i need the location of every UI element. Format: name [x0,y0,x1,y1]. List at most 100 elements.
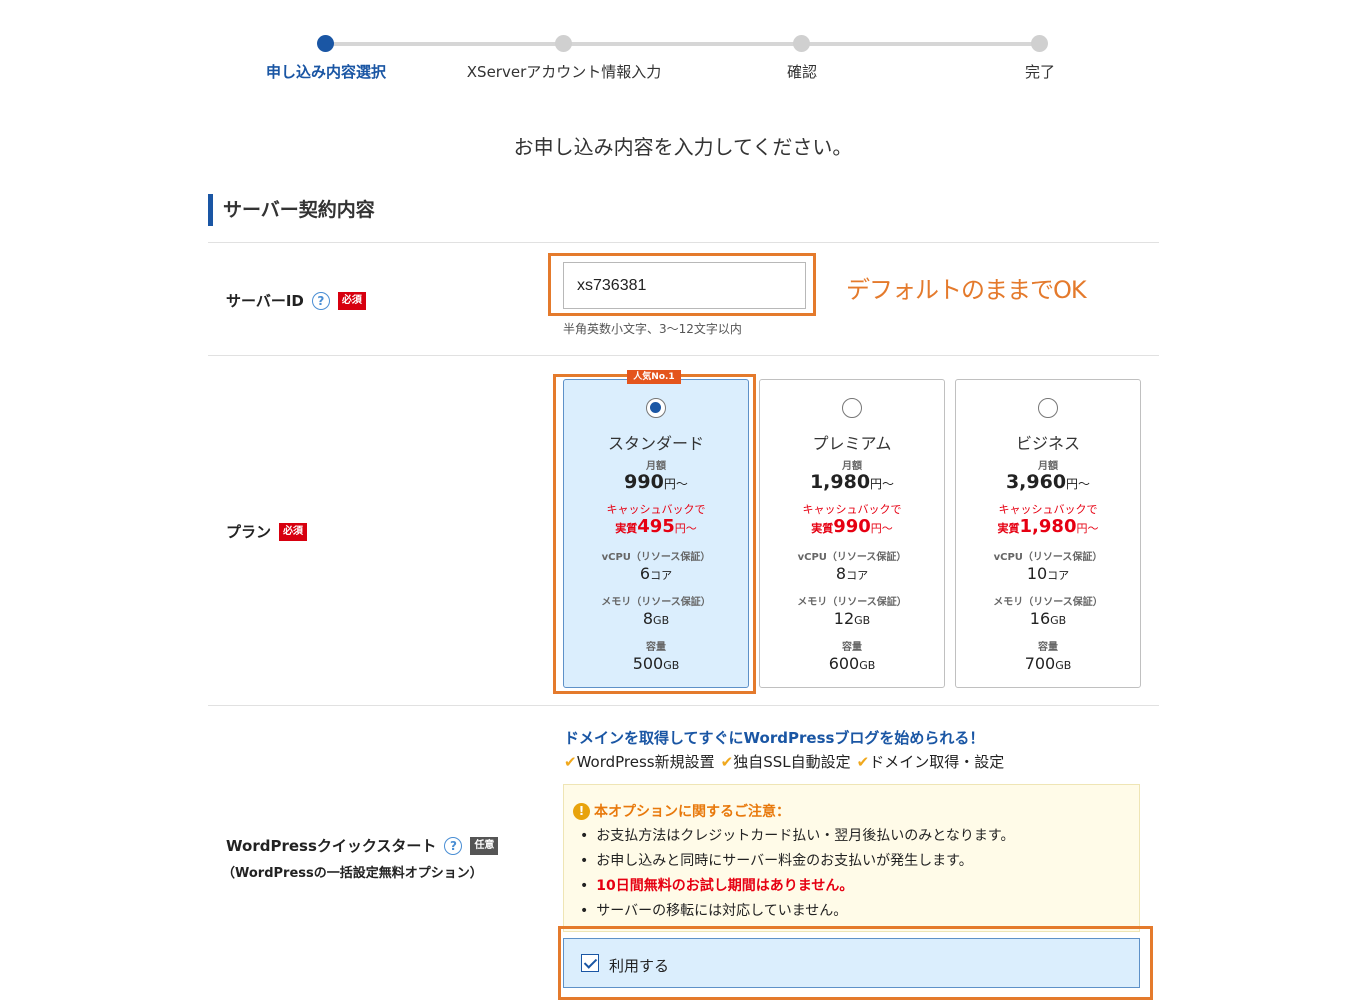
effective-value: 495 [637,516,675,537]
price-unit: 円～ [1066,477,1091,491]
notice-item: サーバーの移転には対応していません。 [580,900,847,920]
popular-ribbon: 人気No.1 [627,370,681,384]
wordpress-row-label: WordPressクイックスタート ? 任意 [226,835,499,856]
divider [208,242,1159,243]
cashback-label: キャッシュバックで [998,503,1098,516]
capacity-number: 700 [1024,654,1056,673]
capacity-value: 700GB [956,654,1140,673]
page-heading: お申し込み内容を入力してください。 [513,135,853,159]
vcpu-label: vCPU（リソース保証） [601,552,711,563]
capacity-unit: GB [663,659,680,672]
capacity-value: 500GB [564,654,748,673]
memory-unit: GB [854,614,871,627]
effective-value: 990 [833,516,871,537]
price-value: 1,980 [809,471,871,493]
plan-label: プラン [226,523,272,541]
notice-item: お申し込みと同時にサーバー料金のお支払いが発生します。 [580,850,972,870]
notice-box: ! 本オプションに関するご注意： お支払方法はクレジットカード払い・翌月後払いの… [563,784,1140,932]
monthly-label: 月額 [842,461,862,472]
memory-value: 8GB [564,609,748,628]
feature-label: 独自SSL自動設定 [733,753,851,771]
capacity-label: 容量 [1038,642,1058,653]
effective-unit: 円～ [1076,522,1099,535]
effective-unit: 円～ [674,522,697,535]
capacity-number: 600 [828,654,860,673]
capacity-value: 600GB [760,654,944,673]
plan-radio-standard[interactable] [646,398,666,418]
memory-label: メモリ（リソース保証） [601,597,711,608]
effective-price: 実質1,980円～ [956,516,1140,537]
section-title: サーバー契約内容 [208,194,375,226]
check-icon: ✔ [564,753,577,771]
step-dot-4 [1031,35,1048,52]
plan-radio-premium[interactable] [842,398,862,418]
wordpress-promo-title: ドメインを取得してすぐにWordPressブログを始められる！ [564,729,985,747]
optional-badge: 任意 [470,836,499,855]
use-label: 利用する [609,957,670,975]
effective-label: 実質 [997,522,1020,535]
vcpu-number: 6 [639,564,651,583]
step-label-complete: 完了 [1024,63,1056,81]
memory-number: 8 [642,609,654,628]
memory-label: メモリ（リソース保証） [797,597,907,608]
feature-item: ✔独自SSL自動設定 [721,751,851,772]
step-label-confirm: 確認 [786,63,818,81]
plan-card-premium[interactable]: プレミアム 月額 1,980円～ キャッシュバックで 実質990円～ vCPU（… [759,379,945,688]
divider [208,705,1159,706]
capacity-label: 容量 [646,642,666,653]
plan-name: ビジネス [1015,434,1080,453]
plan-price: 3,960円～ [956,471,1140,493]
effective-label: 実質 [811,522,834,535]
vcpu-value: 10コア [956,564,1140,583]
effective-label: 実質 [615,522,638,535]
vcpu-unit: コア [846,569,869,582]
warning-icon: ! [573,802,590,820]
plan-card-standard[interactable]: スタンダード 月額 990円～ キャッシュバックで 実質495円～ vCPU（リ… [563,379,749,688]
annotation-text: デフォルトのままでOK [846,276,1087,304]
feature-item: ✔WordPress新規設置 [564,751,715,772]
memory-unit: GB [1050,614,1067,627]
divider [208,355,1159,356]
wordpress-label: WordPressクイックスタート [226,837,437,855]
feature-item: ✔ドメイン取得・設定 [857,751,1005,772]
use-option-box[interactable]: 利用する [563,938,1140,988]
step-dot-3 [793,35,810,52]
check-icon: ✔ [720,753,734,771]
capacity-unit: GB [1055,659,1072,672]
step-label-account: XServerアカウント情報入力 [466,63,662,81]
vcpu-unit: コア [1047,569,1070,582]
effective-price: 実質990円～ [760,516,944,537]
feature-label: WordPress新規設置 [576,753,715,771]
server-id-row-label: サーバーID ? 必須 [226,290,366,311]
notice-title-text: 本オプションに関するご注意： [594,804,790,820]
stepper-track [326,42,1040,46]
effective-value: 1,980 [1019,516,1077,537]
price-value: 990 [624,471,664,493]
notice-item: お支払方法はクレジットカード払い・翌月後払いのみとなります。 [580,825,1014,845]
memory-number: 16 [1029,609,1051,628]
memory-value: 12GB [760,609,944,628]
server-id-hint: 半角英数小文字、3～12文字以内 [563,322,742,336]
capacity-label: 容量 [842,642,862,653]
price-unit: 円～ [870,477,895,491]
help-icon[interactable]: ? [311,291,330,310]
plan-radio-business[interactable] [1038,398,1058,418]
vcpu-label: vCPU（リソース保証） [993,552,1103,563]
step-dot-2 [555,35,572,52]
server-id-input[interactable]: xs736381 [563,262,806,309]
required-badge: 必須 [279,522,308,541]
vcpu-unit: コア [650,569,673,582]
capacity-number: 500 [632,654,664,673]
plan-name: スタンダード [607,434,704,453]
vcpu-value: 8コア [760,564,944,583]
memory-value: 16GB [956,609,1140,628]
help-icon[interactable]: ? [444,836,463,855]
check-icon: ✔ [856,753,870,771]
progress-stepper: 申し込み内容選択 XServerアカウント情報入力 確認 完了 [0,0,1366,90]
plan-card-business[interactable]: ビジネス 月額 3,960円～ キャッシュバックで 実質1,980円～ vCPU… [955,379,1141,688]
memory-number: 12 [833,609,855,628]
use-checkbox[interactable] [581,954,599,972]
feature-label: ドメイン取得・設定 [869,753,1005,771]
plan-price: 1,980円～ [760,471,944,493]
cashback-label: キャッシュバックで [606,503,706,516]
